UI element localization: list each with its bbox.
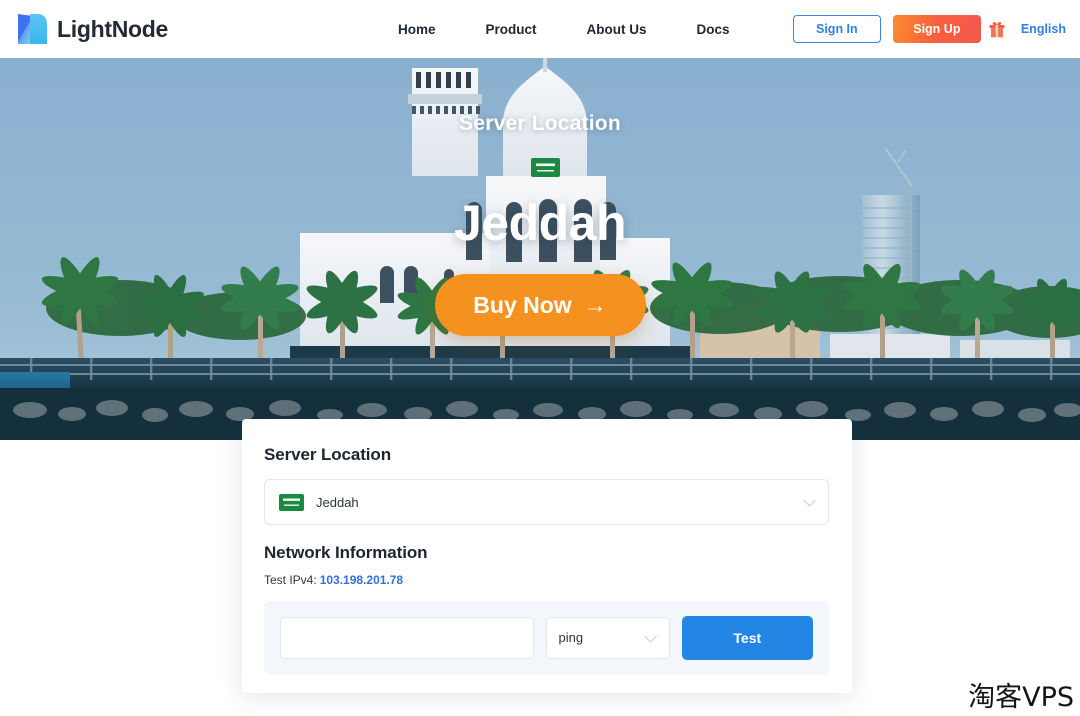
test-ipv4-value[interactable]: 103.198.201.78 xyxy=(320,573,403,587)
brand-name: LightNode xyxy=(57,15,168,42)
network-test-input[interactable] xyxy=(280,616,534,659)
chevron-down-icon xyxy=(643,629,657,643)
header-actions: Sign In Sign Up English xyxy=(792,0,1066,58)
nav-item-product[interactable]: Product xyxy=(486,22,537,37)
network-information-heading: Network Information xyxy=(264,543,428,562)
hero-subtitle: Server Location xyxy=(459,112,621,135)
site-header: LightNode Home Product About Us Docs Sig… xyxy=(0,0,1080,58)
chevron-down-icon xyxy=(803,493,816,507)
buy-now-label: Buy Now xyxy=(473,291,572,318)
page-root: LightNode Home Product About Us Docs Sig… xyxy=(0,0,1080,716)
hero-banner: Server Location Jeddah Buy Now → xyxy=(0,58,1080,440)
server-location-select[interactable]: Jeddah xyxy=(264,479,829,525)
buy-now-button[interactable]: Buy Now → xyxy=(434,274,646,336)
hero-title: Jeddah xyxy=(453,195,627,251)
nav-item-docs[interactable]: Docs xyxy=(697,22,730,37)
test-method-value: ping xyxy=(558,630,584,645)
test-method-select[interactable]: ping xyxy=(545,616,670,659)
server-location-heading: Server Location xyxy=(264,445,391,464)
sign-up-button[interactable]: Sign Up xyxy=(892,15,981,43)
arrow-right-icon: → xyxy=(583,291,607,318)
network-test-panel: ping Test xyxy=(264,601,829,674)
language-selector[interactable]: English xyxy=(1021,22,1066,36)
main-nav: Home Product About Us Docs xyxy=(398,0,730,58)
nav-item-home[interactable]: Home xyxy=(398,22,436,37)
lightnode-logo-icon xyxy=(16,12,48,46)
test-ipv4-row: Test IPv4: 103.198.201.78 xyxy=(264,573,830,587)
server-location-value: Jeddah xyxy=(316,494,359,510)
test-ipv4-label: Test IPv4: xyxy=(264,573,317,587)
saudi-arabia-flag-icon xyxy=(279,493,304,511)
sign-in-button[interactable]: Sign In xyxy=(792,15,881,43)
server-info-card: Server Location Jeddah Network Informati… xyxy=(242,419,852,693)
watermark: 淘客VPS xyxy=(968,682,1074,713)
brand-logo[interactable]: LightNode xyxy=(16,12,168,46)
gift-icon[interactable] xyxy=(989,20,1005,38)
nav-item-about-us[interactable]: About Us xyxy=(587,22,647,37)
hero-content: Server Location Jeddah Buy Now → xyxy=(0,58,1080,440)
run-test-button[interactable]: Test xyxy=(681,615,813,660)
